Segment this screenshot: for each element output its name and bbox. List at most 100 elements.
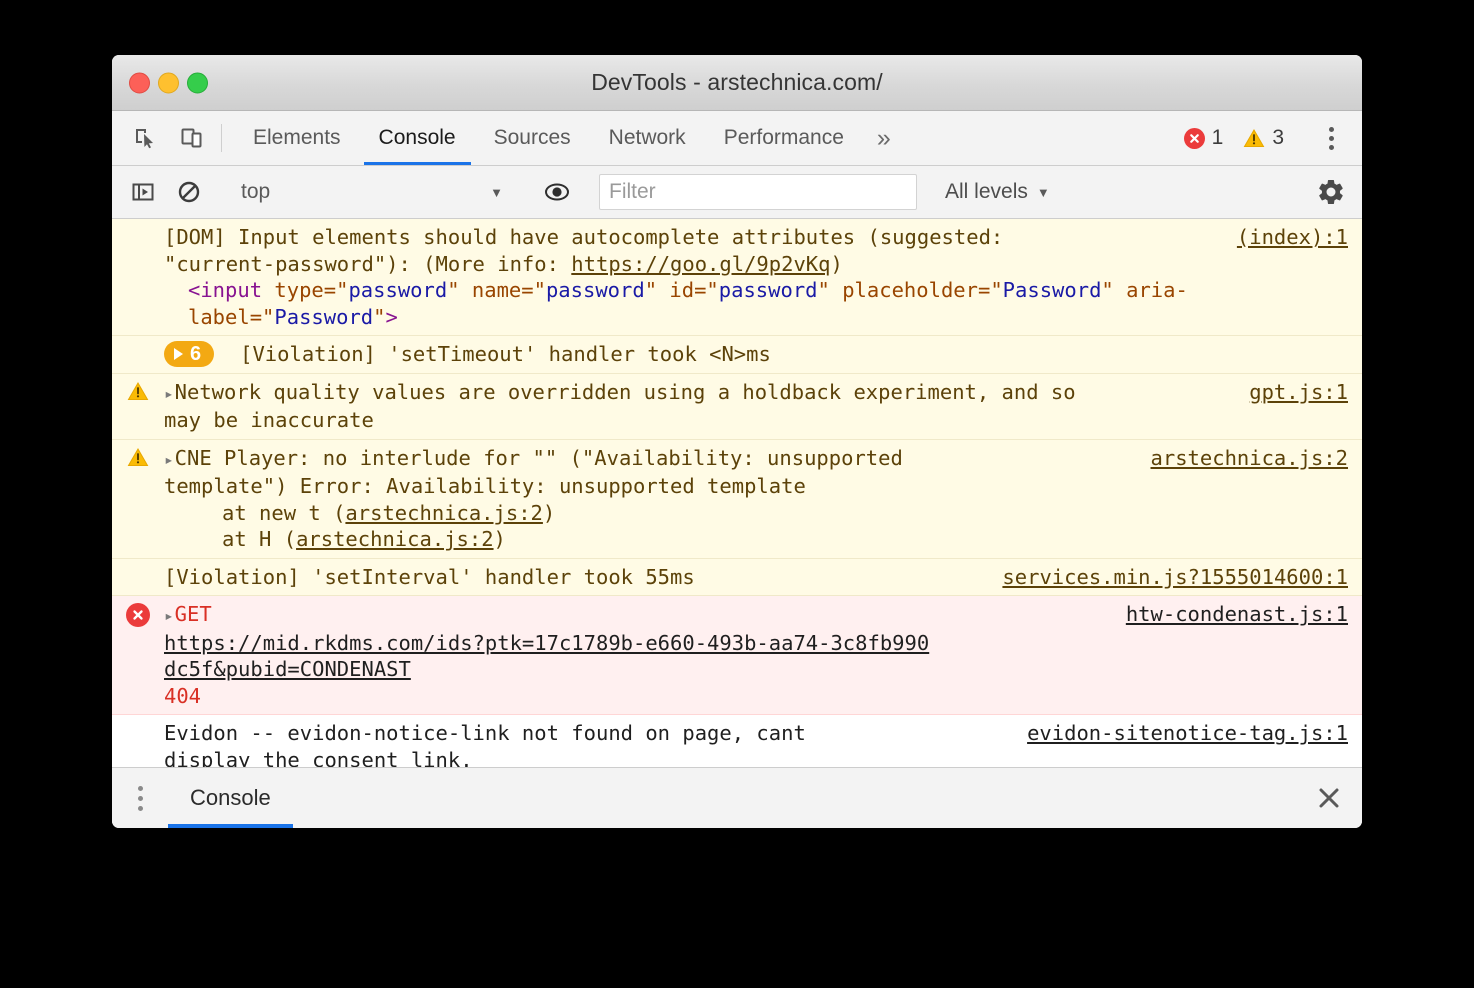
- snippet-attr-value: password: [546, 278, 645, 302]
- execution-context-value: top: [241, 180, 270, 204]
- console-message-dom-autocomplete[interactable]: (index):1 [DOM] Input elements should ha…: [112, 219, 1362, 336]
- warning-triangle-icon: [127, 447, 149, 467]
- stack-frame-1: at new t (arstechnica.js:2): [164, 500, 1342, 527]
- message-body: (index):1 [DOM] Input elements should ha…: [164, 224, 1348, 330]
- snippet-quote: ": [447, 278, 472, 302]
- gear-icon[interactable]: [1314, 175, 1348, 209]
- message-body: evidon-sitenotice-tag.js:1 Evidon -- evi…: [164, 720, 1348, 767]
- snippet-attr-value: Password: [274, 305, 373, 329]
- kebab-dot: [138, 806, 143, 811]
- close-icon[interactable]: [1296, 768, 1362, 828]
- console-message-violation-settimeout[interactable]: 6 [Violation] 'setTimeout' handler took …: [112, 336, 1362, 374]
- snippet-eq: =": [694, 278, 719, 302]
- tab-sources[interactable]: Sources: [475, 111, 590, 165]
- maximize-window-button[interactable]: [187, 72, 208, 93]
- chevron-down-icon: ▼: [490, 185, 503, 200]
- snippet-attr-value: password: [348, 278, 447, 302]
- request-url-line-1[interactable]: https://mid.rkdms.com/ids?ptk=17c1789b-e…: [164, 631, 929, 655]
- console-message-violation-setinterval[interactable]: services.min.js?1555014600:1 [Violation]…: [112, 559, 1362, 597]
- stack-frame-link[interactable]: arstechnica.js:2: [345, 501, 542, 525]
- snippet-eq: =": [978, 278, 1003, 302]
- snippet-quote: ": [645, 278, 670, 302]
- group-badge[interactable]: 6: [164, 341, 214, 367]
- message-source-link[interactable]: (index):1: [1237, 224, 1348, 251]
- snippet-attr-name: id: [669, 278, 694, 302]
- message-source-link[interactable]: evidon-sitenotice-tag.js:1: [1027, 720, 1348, 747]
- message-gutter: [112, 720, 164, 722]
- console-message-evidon[interactable]: evidon-sitenotice-tag.js:1 Evidon -- evi…: [112, 715, 1362, 767]
- more-panels-chevron-icon[interactable]: »: [863, 111, 905, 165]
- message-text-line-1: ▸Network quality values are overridden u…: [164, 379, 1342, 408]
- expand-arrow-icon[interactable]: ▸: [164, 606, 174, 625]
- snippet-quote: ": [1101, 278, 1126, 302]
- expand-arrow-icon[interactable]: ▸: [164, 450, 174, 469]
- message-source-link[interactable]: services.min.js?1555014600:1: [1002, 564, 1348, 591]
- snippet-close-tag: >: [386, 305, 398, 329]
- error-circle-icon: [126, 603, 150, 627]
- console-message-list[interactable]: (index):1 [DOM] Input elements should ha…: [112, 219, 1362, 767]
- kebab-dot: [1329, 127, 1334, 132]
- snippet-open-tag: <input: [188, 278, 274, 302]
- error-count-text: 1: [1212, 126, 1224, 150]
- status-code: 404: [164, 684, 201, 708]
- warning-count-badge[interactable]: 3: [1238, 126, 1289, 150]
- kebab-dot: [1329, 145, 1334, 150]
- message-body: services.min.js?1555014600:1 [Violation]…: [164, 564, 1348, 591]
- device-toolbar-icon[interactable]: [175, 121, 209, 155]
- stack-frame-suffix: ): [494, 527, 506, 551]
- tab-elements[interactable]: Elements: [234, 111, 360, 165]
- stack-frame-link[interactable]: arstechnica.js:2: [296, 527, 493, 551]
- message-gutter: [112, 224, 164, 226]
- message-text-line-1: [DOM] Input elements should have autocom…: [164, 224, 1342, 251]
- message-gutter: [112, 445, 164, 467]
- snippet-attr-value: Password: [1003, 278, 1102, 302]
- more-info-prefix: "current-password"): (More info:: [164, 252, 571, 276]
- tab-network[interactable]: Network: [590, 111, 705, 165]
- drawer-tab-console[interactable]: Console: [168, 768, 293, 828]
- snippet-attr-value: password: [719, 278, 818, 302]
- error-count-badge[interactable]: 1: [1179, 126, 1229, 150]
- devtools-window: DevTools - arstechnica.com/ Elements Con…: [112, 55, 1362, 828]
- kebab-dot: [138, 786, 143, 791]
- expand-arrow-icon[interactable]: ▸: [164, 384, 174, 403]
- filter-input[interactable]: [599, 174, 917, 210]
- snippet-quote: ": [373, 305, 385, 329]
- console-message-network-quality[interactable]: gpt.js:1 ▸Network quality values are ove…: [112, 374, 1362, 440]
- window-title: DevTools - arstechnica.com/: [112, 69, 1362, 96]
- console-message-cne-player[interactable]: arstechnica.js:2 ▸CNE Player: no interlu…: [112, 440, 1362, 559]
- tab-console[interactable]: Console: [360, 111, 475, 165]
- log-levels-select[interactable]: All levels ▼: [933, 180, 1062, 204]
- snippet-eq: =": [250, 305, 275, 329]
- close-window-button[interactable]: [129, 72, 150, 93]
- minimize-window-button[interactable]: [158, 72, 179, 93]
- kebab-menu-icon[interactable]: [1314, 121, 1348, 155]
- devtools-panel-bar: Elements Console Sources Network Perform…: [112, 111, 1362, 166]
- message-text-line-2: display the consent link.: [164, 747, 1342, 768]
- message-text-line-2: "current-password"): (More info: https:/…: [164, 251, 1342, 278]
- clear-console-icon[interactable]: [172, 175, 206, 209]
- kebab-dot: [1329, 136, 1334, 141]
- message-gutter: [112, 379, 164, 401]
- request-method: GET: [175, 602, 212, 626]
- inspect-element-icon[interactable]: [128, 121, 162, 155]
- live-expression-icon[interactable]: [540, 175, 574, 209]
- window-controls: [129, 72, 208, 93]
- tab-performance[interactable]: Performance: [705, 111, 863, 165]
- message-source-link[interactable]: gpt.js:1: [1249, 379, 1348, 406]
- message-source-link[interactable]: arstechnica.js:2: [1151, 445, 1348, 472]
- console-sidebar-icon[interactable]: [126, 175, 160, 209]
- message-body: 6 [Violation] 'setTimeout' handler took …: [164, 341, 1348, 368]
- drawer-kebab-menu-icon[interactable]: [112, 768, 168, 828]
- snippet-eq: =": [521, 278, 546, 302]
- more-info-link[interactable]: https://goo.gl/9p2vKq: [571, 252, 830, 276]
- message-text: [Violation] 'setTimeout' handler took <N…: [240, 341, 771, 368]
- message-body: gpt.js:1 ▸Network quality values are ove…: [164, 379, 1348, 434]
- snippet-attr-name: name: [472, 278, 521, 302]
- panel-tabs: Elements Console Sources Network Perform…: [234, 111, 905, 165]
- execution-context-select[interactable]: top ▼: [231, 180, 515, 204]
- console-message-get-404[interactable]: htw-condenast.js:1 ▸GET https://mid.rkdm…: [112, 596, 1362, 715]
- panel-bar-status: 1 3: [1179, 111, 1362, 165]
- request-url-line-2[interactable]: dc5f&pubid=CONDENAST: [164, 657, 411, 681]
- message-text: Network quality values are overridden us…: [175, 380, 1076, 404]
- message-source-link[interactable]: htw-condenast.js:1: [1126, 601, 1348, 628]
